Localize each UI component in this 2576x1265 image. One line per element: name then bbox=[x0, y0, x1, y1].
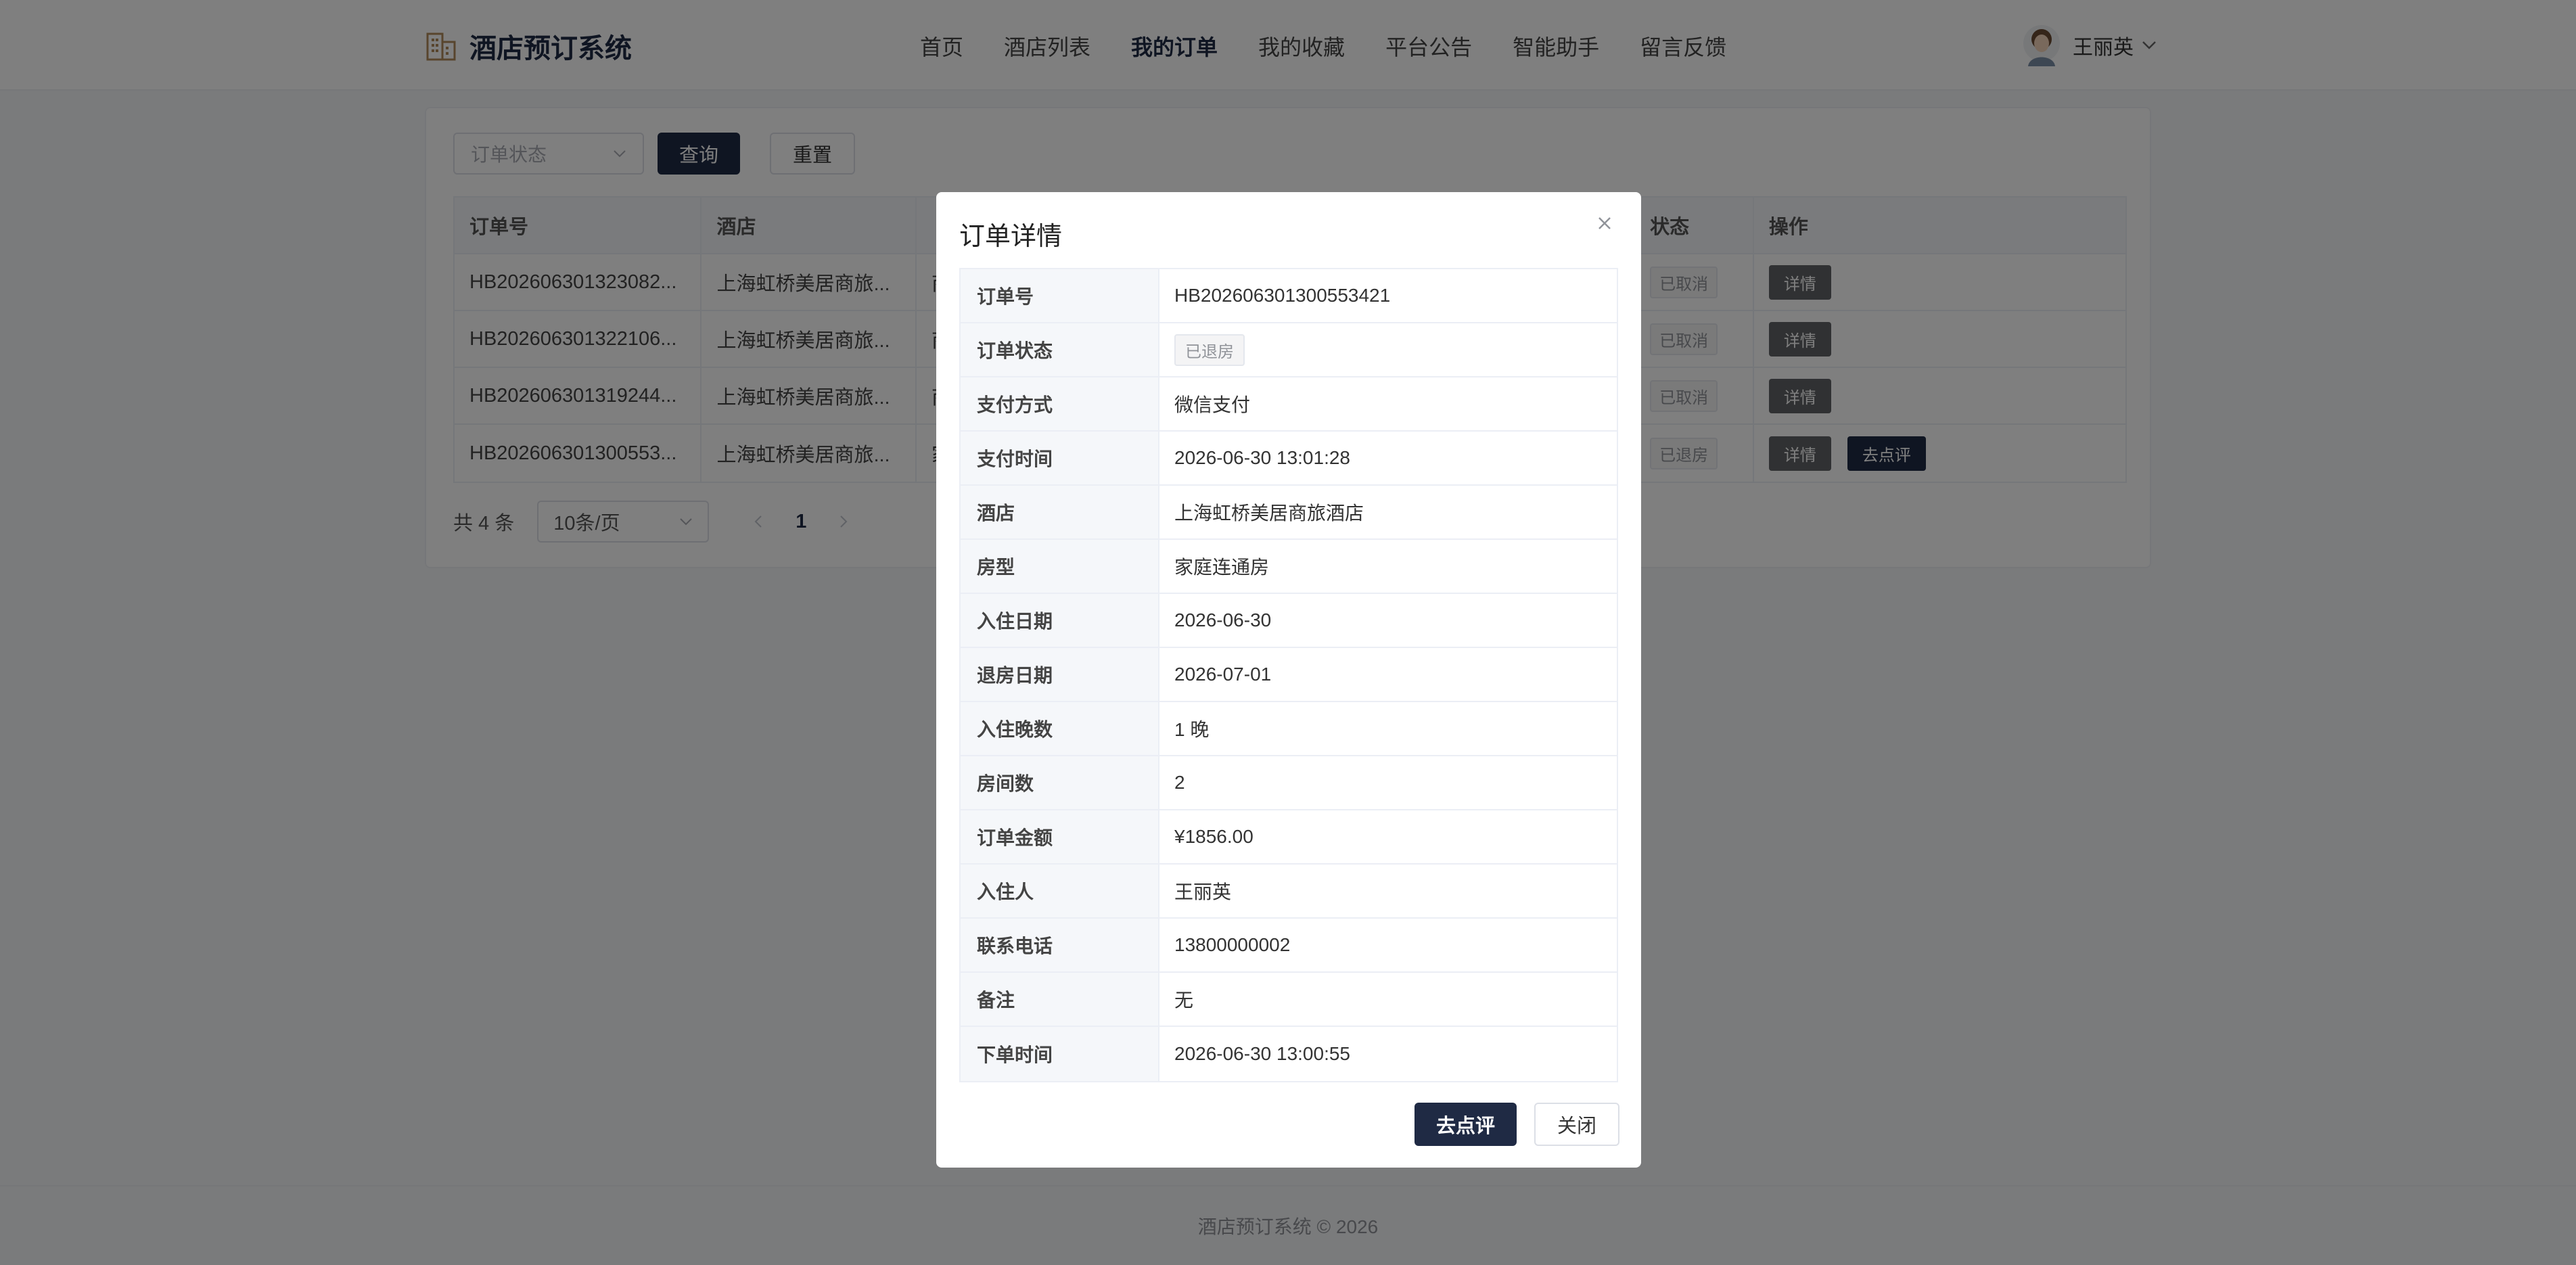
detail-label: 备注 bbox=[961, 973, 1159, 1026]
detail-label: 支付方式 bbox=[961, 377, 1159, 430]
detail-value: 微信支付 bbox=[1174, 394, 1251, 415]
detail-label: 酒店 bbox=[961, 486, 1159, 538]
detail-label: 订单状态 bbox=[961, 323, 1159, 376]
detail-label: 入住晚数 bbox=[961, 702, 1159, 755]
detail-label: 房型 bbox=[961, 540, 1159, 593]
detail-label: 退房日期 bbox=[961, 648, 1159, 701]
detail-value: 2026-06-30 13:00:55 bbox=[1174, 1043, 1350, 1064]
close-icon[interactable] bbox=[1591, 210, 1618, 237]
detail-value: 王丽英 bbox=[1174, 881, 1232, 902]
detail-row: 支付时间 2026-06-30 13:01:28 bbox=[961, 432, 1617, 486]
detail-label: 房间数 bbox=[961, 756, 1159, 809]
order-detail-table: 订单号 HB202606301300553421 订单状态 已退房 支付方式 微信支付… bbox=[959, 268, 1618, 1082]
detail-value: 无 bbox=[1174, 990, 1194, 1011]
status-badge: 已退房 bbox=[1174, 334, 1245, 366]
detail-row: 订单号 HB202606301300553421 bbox=[961, 269, 1617, 323]
detail-value: HB202606301300553421 bbox=[1174, 285, 1391, 306]
detail-value: 2026-07-01 bbox=[1174, 664, 1272, 685]
detail-row: 房型 家庭连通房 bbox=[961, 540, 1617, 594]
detail-label: 订单金额 bbox=[961, 810, 1159, 863]
detail-row: 入住人 王丽英 bbox=[961, 865, 1617, 919]
detail-row: 支付方式 微信支付 bbox=[961, 377, 1617, 432]
detail-value: 13800000002 bbox=[1174, 934, 1291, 955]
detail-row: 下单时间 2026-06-30 13:00:55 bbox=[961, 1027, 1617, 1081]
detail-row: 备注无 bbox=[961, 973, 1617, 1027]
detail-row: 房间数 2 bbox=[961, 756, 1617, 810]
detail-row: 订单状态 已退房 bbox=[961, 323, 1617, 377]
detail-label: 下单时间 bbox=[961, 1027, 1159, 1081]
detail-label: 入住人 bbox=[961, 865, 1159, 917]
order-detail-dialog: 订单详情 订单号 HB202606301300553421 订单状态 已退房 支付方… bbox=[936, 192, 1641, 1168]
detail-label: 订单号 bbox=[961, 269, 1159, 322]
detail-row: 酒店 上海虹桥美居商旅酒店 bbox=[961, 486, 1617, 540]
dialog-title: 订单详情 bbox=[959, 223, 1063, 251]
detail-value: 2026-06-30 bbox=[1174, 610, 1272, 630]
detail-value: 家庭连通房 bbox=[1174, 557, 1270, 578]
detail-row: 退房日期 2026-07-01 bbox=[961, 648, 1617, 702]
close-button[interactable]: 关闭 bbox=[1534, 1103, 1619, 1146]
go-review-button[interactable]: 去点评 bbox=[1414, 1103, 1517, 1146]
detail-label: 入住日期 bbox=[961, 594, 1159, 647]
detail-value: 2 bbox=[1174, 772, 1185, 793]
detail-row: 入住日期 2026-06-30 bbox=[961, 594, 1617, 648]
detail-value: 2026-06-30 13:01:28 bbox=[1174, 447, 1350, 468]
detail-row: 联系电话 13800000002 bbox=[961, 919, 1617, 973]
detail-value: ¥1856.00 bbox=[1174, 826, 1254, 847]
detail-value: 上海虹桥美居商旅酒店 bbox=[1174, 503, 1364, 524]
detail-value: 1 晚 bbox=[1174, 719, 1210, 740]
detail-row: 订单金额 ¥1856.00 bbox=[961, 810, 1617, 865]
detail-row: 入住晚数 1 晚 bbox=[961, 702, 1617, 756]
detail-label: 支付时间 bbox=[961, 432, 1159, 484]
dialog-footer: 去点评 关闭 bbox=[1414, 1103, 1619, 1146]
detail-label: 联系电话 bbox=[961, 919, 1159, 971]
